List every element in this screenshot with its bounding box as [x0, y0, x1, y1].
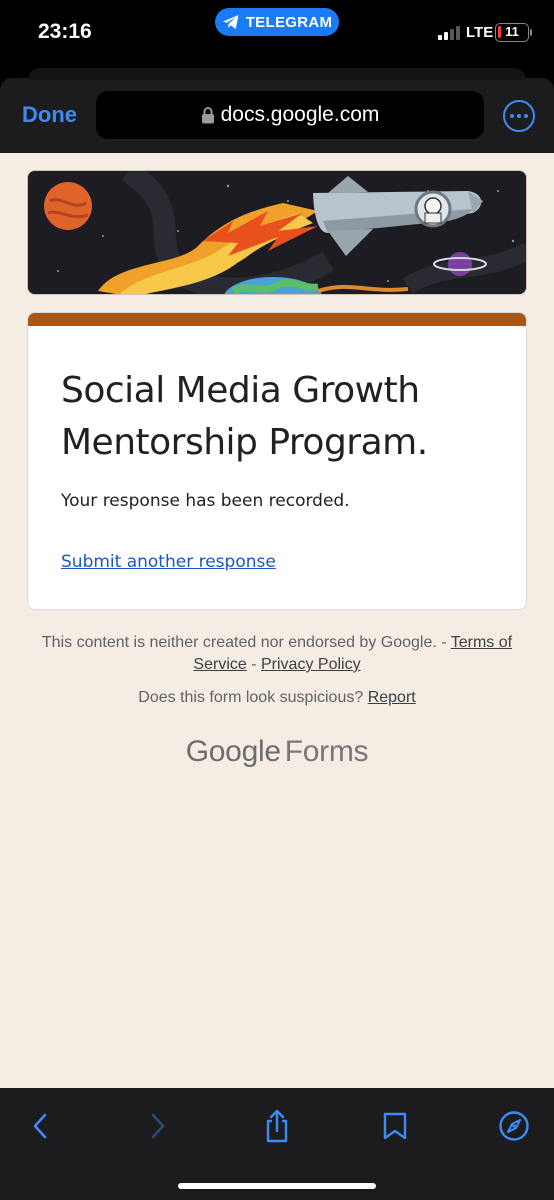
telegram-pill-label: TELEGRAM — [245, 13, 333, 31]
suspicious-text: Does this form look suspicious? — [138, 689, 368, 706]
privacy-policy-link[interactable]: Privacy Policy — [261, 656, 361, 673]
report-abuse-line: Does this form look suspicious? Report — [0, 689, 554, 707]
compass-icon[interactable] — [494, 1106, 534, 1146]
network-type: LTE — [466, 24, 494, 41]
address-bar[interactable]: docs.google.com — [96, 91, 484, 139]
disclaimer-text: This content is neither created nor endo… — [41, 634, 451, 651]
telegram-return-pill[interactable]: TELEGRAM — [215, 8, 339, 36]
status-bar: 23:16 TELEGRAM LTE 11 — [0, 0, 554, 62]
battery-icon: 11 — [495, 23, 532, 42]
home-indicator[interactable] — [178, 1183, 376, 1189]
chevron-right-icon[interactable] — [138, 1106, 178, 1146]
more-options-button[interactable] — [503, 100, 535, 132]
book-icon[interactable] — [375, 1106, 415, 1146]
form-title: Social Media Growth Mentorship Program. — [61, 370, 428, 463]
form-header-banner — [27, 170, 527, 295]
report-link[interactable]: Report — [368, 689, 416, 706]
done-button[interactable]: Done — [22, 102, 77, 128]
cellular-signal-icon — [438, 26, 460, 40]
battery-level: 11 — [505, 24, 519, 39]
card-accent-bar — [28, 313, 526, 326]
lock-icon — [201, 107, 214, 124]
chevron-left-icon[interactable] — [20, 1106, 60, 1146]
share-icon[interactable] — [257, 1106, 297, 1146]
submit-another-response-link[interactable]: Submit another response — [61, 552, 276, 572]
response-recorded-message: Your response has been recorded. — [61, 491, 350, 511]
google-forms-logo[interactable]: Google Forms — [0, 735, 554, 769]
link-separator: - — [246, 656, 261, 673]
status-time: 23:16 — [38, 20, 92, 43]
url-text: docs.google.com — [220, 103, 380, 126]
telegram-icon — [222, 15, 239, 29]
rocket-illustration — [28, 171, 526, 294]
brand-google: Google — [185, 735, 281, 768]
brand-forms: Forms — [284, 735, 369, 768]
confirmation-card: Social Media Growth Mentorship Program. … — [27, 312, 527, 610]
google-disclaimer: This content is neither created nor endo… — [40, 632, 514, 676]
